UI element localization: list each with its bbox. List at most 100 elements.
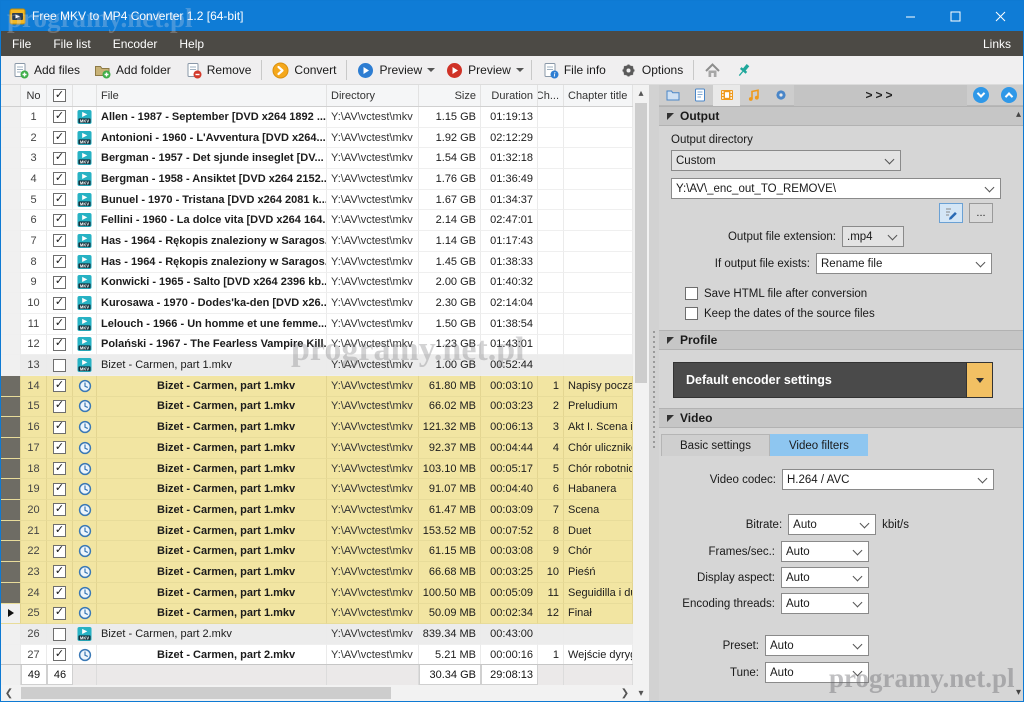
header-file[interactable]: File (97, 85, 327, 106)
remove-button[interactable]: Remove (178, 58, 259, 83)
cell-checkbox[interactable] (47, 252, 73, 273)
row-checkbox[interactable] (53, 483, 66, 496)
row-checkbox[interactable] (53, 214, 66, 227)
header-no[interactable]: No (21, 85, 47, 106)
output-extension-select[interactable]: .mp4 (842, 226, 904, 247)
cell-checkbox[interactable] (47, 417, 73, 438)
minimize-button[interactable] (888, 1, 933, 31)
collapse-all-button[interactable] (1001, 87, 1017, 103)
cell-checkbox[interactable] (47, 583, 73, 604)
menu-links[interactable]: Links (971, 31, 1023, 56)
row-checkbox[interactable] (53, 503, 66, 516)
output-path-combobox[interactable]: Y:\AV\_enc_out_TO_REMOVE\ (671, 178, 1001, 199)
table-row[interactable]: 15 MKV (1, 397, 633, 418)
cell-checkbox[interactable] (47, 562, 73, 583)
row-checkbox[interactable] (53, 317, 66, 330)
panel-scroll-down-arrow[interactable]: ▾ (1016, 687, 1021, 698)
table-row[interactable]: 26 MKV (1, 624, 633, 645)
video-section-header[interactable]: Video (659, 408, 1023, 428)
table-row[interactable]: 27 MKV (1, 645, 633, 664)
cell-checkbox[interactable] (47, 293, 73, 314)
close-button[interactable] (978, 1, 1023, 31)
preview-alt-dropdown-arrow[interactable] (516, 68, 524, 72)
tab-audio-settings[interactable] (740, 85, 767, 106)
edit-output-path-button[interactable] (939, 203, 963, 223)
row-checkbox[interactable] (53, 234, 66, 247)
header-icon-cell[interactable] (73, 85, 97, 106)
home-button[interactable] (697, 58, 728, 83)
vertical-scrollbar[interactable]: ▴ ▾ (633, 85, 649, 701)
maximize-button[interactable] (933, 1, 978, 31)
options-button[interactable]: Options (613, 58, 690, 83)
cell-checkbox[interactable] (47, 148, 73, 169)
cell-checkbox[interactable] (47, 355, 73, 376)
profile-dropdown[interactable] (966, 363, 992, 397)
table-row[interactable]: 1 MKV (1, 107, 633, 128)
scroll-down-arrow[interactable]: ▾ (633, 685, 649, 701)
header-directory[interactable]: Directory (327, 85, 419, 106)
table-row[interactable]: 2 MKV (1, 128, 633, 149)
menu-file[interactable]: File (1, 31, 42, 56)
menu-encoder[interactable]: Encoder (102, 31, 169, 56)
cell-checkbox[interactable] (47, 438, 73, 459)
header-checkbox-cell[interactable] (47, 85, 73, 106)
table-row[interactable]: 10 MKV (1, 293, 633, 314)
row-checkbox[interactable] (53, 628, 66, 641)
row-checkbox[interactable] (53, 400, 66, 413)
encoding-threads-select[interactable]: Auto (781, 593, 869, 614)
scroll-left-arrow[interactable]: ❮ (1, 685, 17, 701)
cell-checkbox[interactable] (47, 190, 73, 211)
row-checkbox[interactable] (53, 297, 66, 310)
row-checkbox[interactable] (53, 462, 66, 475)
table-row[interactable]: 24 MKV (1, 583, 633, 604)
table-row[interactable]: 5 MKV (1, 190, 633, 211)
row-checkbox[interactable] (53, 131, 66, 144)
scroll-up-arrow[interactable]: ▴ (633, 85, 649, 101)
horizontal-scrollbar[interactable]: ❮ ❯ (1, 685, 633, 701)
row-checkbox[interactable] (53, 276, 66, 289)
panel-splitter[interactable] (649, 85, 659, 701)
cell-checkbox[interactable] (47, 459, 73, 480)
add-folder-button[interactable]: Add folder (87, 58, 178, 83)
cell-checkbox[interactable] (47, 107, 73, 128)
browse-button[interactable]: ... (969, 203, 993, 223)
table-row[interactable]: 21 MKV (1, 521, 633, 542)
cell-checkbox[interactable] (47, 645, 73, 664)
row-checkbox[interactable] (53, 545, 66, 558)
expand-all-button[interactable] (973, 87, 989, 103)
table-row[interactable]: 17 MKV (1, 438, 633, 459)
table-row[interactable]: 11 MKV (1, 314, 633, 335)
panel-scroll-up-arrow[interactable]: ▴ (1016, 109, 1021, 120)
cell-checkbox[interactable] (47, 314, 73, 335)
select-all-checkbox[interactable] (53, 89, 66, 102)
table-row[interactable]: 8 MKV (1, 252, 633, 273)
cell-checkbox[interactable] (47, 231, 73, 252)
cell-checkbox[interactable] (47, 273, 73, 294)
fps-select[interactable]: Auto (781, 541, 869, 562)
preview-alt-button[interactable]: Preview (439, 58, 518, 83)
output-directory-mode-select[interactable]: Custom (671, 150, 901, 171)
table-row[interactable]: 7 MKV (1, 231, 633, 252)
cell-checkbox[interactable] (47, 521, 73, 542)
cell-checkbox[interactable] (47, 500, 73, 521)
table-row[interactable]: 9 MKV (1, 273, 633, 294)
preview-dropdown-arrow[interactable] (427, 68, 435, 72)
table-row[interactable]: 18 MKV (1, 459, 633, 480)
row-checkbox[interactable] (53, 586, 66, 599)
tab-video-settings[interactable] (713, 85, 740, 106)
tab-video-filters[interactable]: Video filters (770, 434, 868, 456)
header-chapter-no[interactable]: Ch... (538, 85, 564, 106)
convert-button[interactable]: Convert (265, 58, 343, 83)
row-checkbox[interactable] (53, 607, 66, 620)
table-row[interactable]: 16 MKV (1, 417, 633, 438)
header-duration[interactable]: Duration (481, 85, 538, 106)
row-checkbox[interactable] (53, 255, 66, 268)
tab-output-folder[interactable] (659, 85, 686, 106)
cell-checkbox[interactable] (47, 479, 73, 500)
tune-select[interactable]: Auto (765, 662, 869, 683)
preset-select[interactable]: Auto (765, 635, 869, 656)
row-checkbox[interactable] (53, 338, 66, 351)
tab-file-settings[interactable] (686, 85, 713, 106)
save-html-checkbox[interactable] (685, 287, 698, 300)
table-row[interactable]: 23 MKV (1, 562, 633, 583)
